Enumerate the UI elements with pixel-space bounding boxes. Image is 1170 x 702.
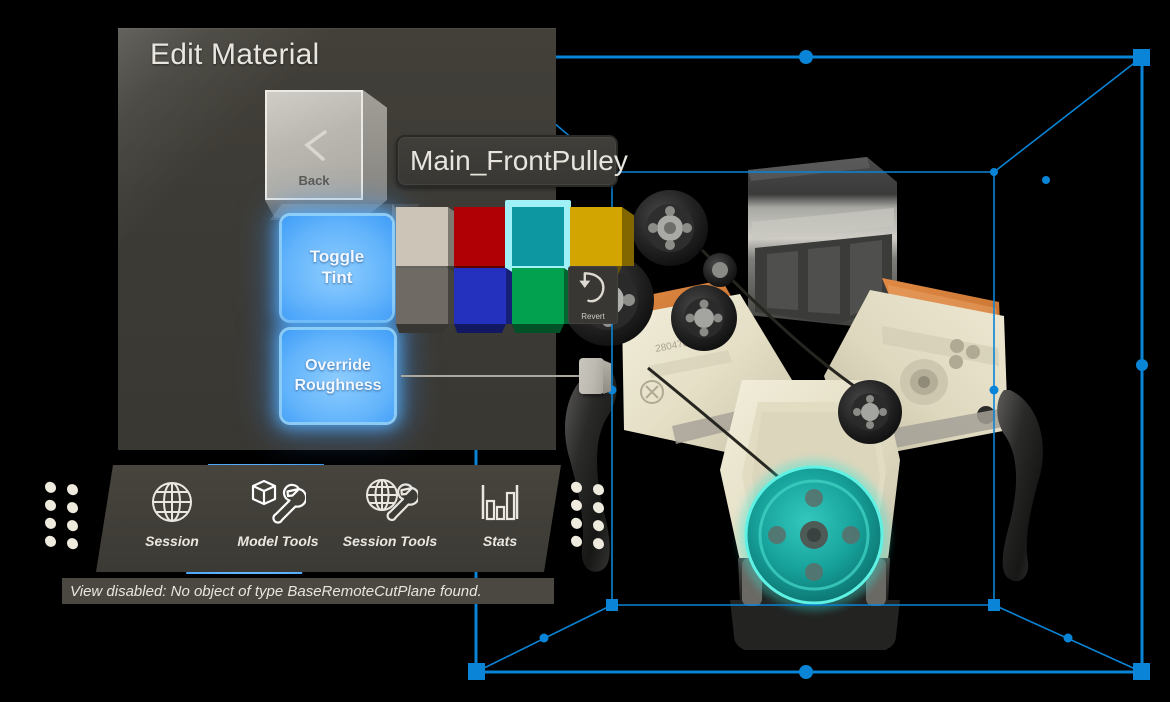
toggle-tint-label-line2: Tint (321, 268, 353, 287)
bottom-toolbar: Session Model Tools Session Tools Stats (96, 465, 561, 572)
tab-model-tools-label: Model Tools (237, 533, 319, 549)
color-swatch-gray[interactable] (396, 268, 460, 333)
swatch-bottom (512, 324, 564, 333)
undo-arrow-icon (579, 272, 605, 303)
color-swatch-gold[interactable] (570, 207, 634, 275)
tab-session-tools[interactable]: Session Tools (338, 477, 442, 561)
swatch-side (622, 207, 634, 266)
color-swatch-red[interactable] (454, 207, 518, 275)
drag-handle-right[interactable] (571, 481, 604, 550)
status-bar: View disabled: No object of type BaseRem… (62, 578, 554, 604)
swatch-face (396, 207, 448, 266)
status-message: View disabled: No object of type BaseRem… (70, 582, 482, 600)
globe-wrench-icon (362, 477, 418, 525)
chevron-left-icon (304, 130, 327, 161)
back-button-side-face (363, 90, 387, 200)
override-roughness-button[interactable]: Override Roughness (282, 330, 394, 422)
swatch-face (454, 207, 506, 266)
tab-stats-label: Stats (482, 533, 518, 549)
roughness-slider[interactable] (401, 350, 623, 402)
color-swatch-green[interactable] (512, 268, 576, 333)
panel-title: Edit Material (150, 38, 320, 71)
swatch-face (512, 207, 564, 266)
bar-chart-icon (477, 477, 523, 525)
toggle-tint-button[interactable]: Toggle Tint (282, 216, 392, 320)
color-swatch-teal[interactable] (505, 200, 576, 275)
tab-session[interactable]: Session (120, 477, 224, 561)
back-button-front-face: Back (265, 90, 363, 200)
roughness-slider-track (401, 375, 591, 377)
back-button-label: Back (298, 173, 330, 188)
swatch-face (396, 268, 448, 324)
color-swatch-blue[interactable] (454, 268, 518, 333)
toggle-tint-label-line1: Toggle (309, 247, 365, 267)
cube-wrench-icon (250, 477, 306, 525)
override-roughness-label-line1: Override (305, 357, 371, 375)
swatch-face (512, 268, 564, 324)
override-roughness-label-line2: Roughness (294, 377, 382, 394)
roughness-slider-knob[interactable] (579, 358, 604, 394)
tab-session-label: Session (145, 533, 199, 549)
color-swatch-beige[interactable] (396, 207, 460, 275)
swatch-face (570, 207, 622, 266)
revert-button[interactable]: Revert (568, 266, 618, 324)
edit-material-panel: Edit Material Back Main_FrontPulley Togg… (118, 28, 634, 450)
swatch-bottom (396, 324, 448, 333)
tab-stats[interactable]: Stats (448, 477, 552, 561)
revert-button-label: Revert (581, 312, 605, 321)
tab-session-tools-label: Session Tools (342, 533, 438, 549)
material-name-field[interactable]: Main_FrontPulley (396, 135, 628, 187)
drag-handle-left[interactable] (45, 481, 78, 550)
tab-model-tools[interactable]: Model Tools (226, 477, 330, 561)
globe-icon (149, 477, 195, 525)
swatch-face (454, 268, 506, 324)
swatch-bottom (454, 324, 506, 333)
back-button[interactable]: Back (265, 90, 387, 218)
material-name-value: Main_FrontPulley (410, 145, 628, 176)
